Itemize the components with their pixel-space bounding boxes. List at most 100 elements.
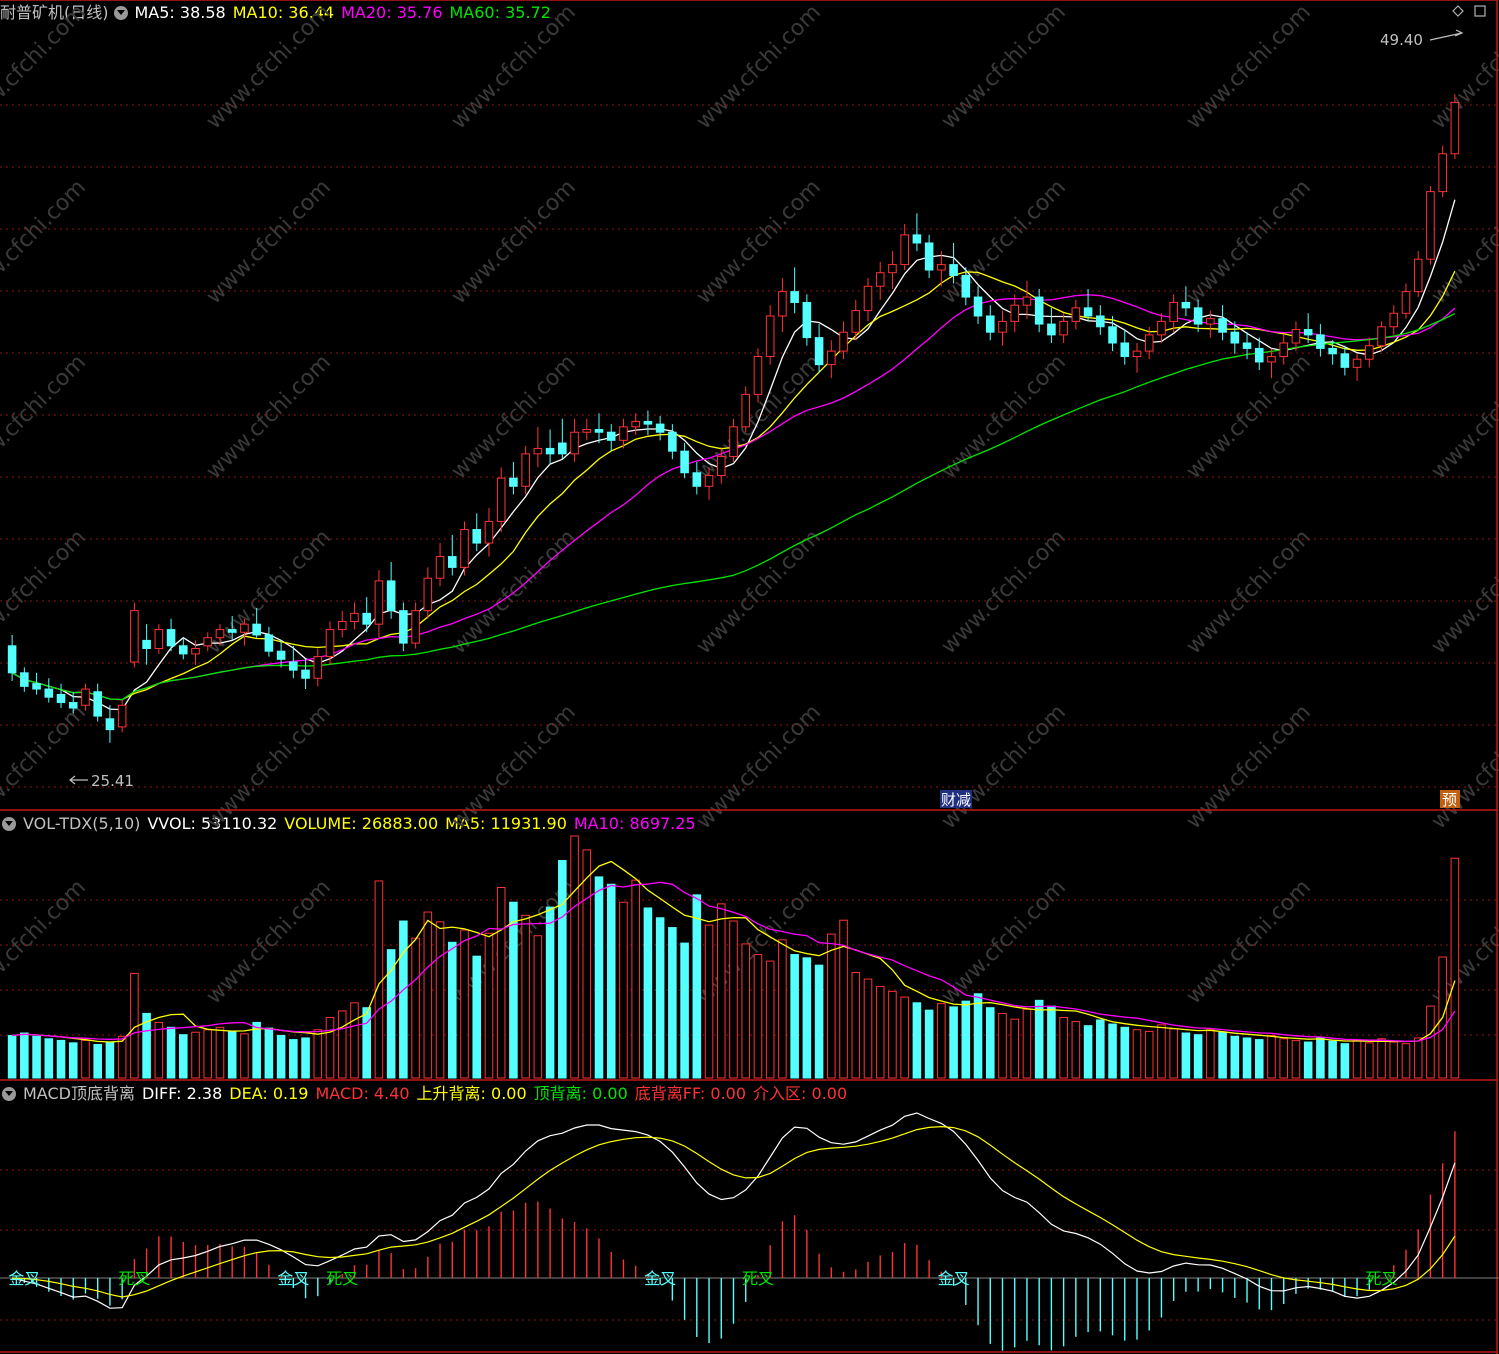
candle xyxy=(753,348,763,403)
candle-body xyxy=(1352,358,1362,368)
volume-bar xyxy=(790,954,799,1079)
candle-body xyxy=(227,629,237,633)
candle xyxy=(447,534,457,576)
candle-body xyxy=(1401,291,1411,314)
candle-body xyxy=(692,472,702,487)
volume-bar xyxy=(203,1029,213,1079)
volume-bar xyxy=(509,901,518,1079)
volume-bar xyxy=(1108,1023,1117,1079)
volume-bar xyxy=(191,1031,200,1079)
volume-bar xyxy=(1181,1032,1191,1079)
macd-cross-label: 死叉 xyxy=(118,1269,150,1288)
candle-body xyxy=(973,296,983,317)
volume-bar xyxy=(1242,1037,1252,1079)
candle-body xyxy=(888,264,897,274)
candle xyxy=(1426,186,1435,265)
watermark-text: www.cfchi.com xyxy=(1182,700,1316,834)
candle-body xyxy=(1426,191,1435,260)
candle xyxy=(374,570,384,638)
candle-body xyxy=(839,331,848,352)
low-price-label: 25.41 xyxy=(91,772,134,790)
candle-body xyxy=(154,629,164,649)
earnings-tag[interactable]: 财减 xyxy=(941,791,971,809)
candle-body xyxy=(1193,307,1203,325)
volume-bar xyxy=(741,943,751,1079)
candle xyxy=(1120,329,1130,365)
candle-body xyxy=(1389,312,1399,328)
stock-chart[interactable]: www.cfchi.com www.cfchi.com www.cfchi.com w… xyxy=(0,0,1499,1354)
candle xyxy=(93,683,102,722)
volume-bar xyxy=(985,1007,995,1079)
candle-body xyxy=(313,656,323,679)
watermark-text: www.cfchi.com xyxy=(1427,350,1499,484)
candle-body xyxy=(1071,307,1081,322)
volume-bar xyxy=(1303,1041,1313,1079)
candle-body xyxy=(386,580,396,612)
candle-body xyxy=(1230,331,1240,344)
candle-body xyxy=(1291,328,1301,344)
candle-body xyxy=(594,429,604,433)
candle xyxy=(350,602,359,630)
watermark-text: www.cfchi.com xyxy=(1182,875,1316,1009)
candle-body xyxy=(582,429,592,433)
volume-bar xyxy=(1193,1034,1203,1079)
watermark-text: www.cfchi.com xyxy=(447,0,581,134)
candle xyxy=(1022,280,1032,319)
volume-bar xyxy=(619,901,628,1079)
watermark-text: www.cfchi.com xyxy=(202,875,336,1009)
watermark-text: www.cfchi.com xyxy=(202,350,336,484)
candle-body xyxy=(863,285,873,312)
arrow-icon xyxy=(1429,29,1464,41)
candle-body xyxy=(399,610,408,644)
candle-body xyxy=(325,629,335,658)
candle xyxy=(411,602,420,649)
forecast-tag[interactable]: 预 xyxy=(1442,791,1457,809)
watermark-text: www.cfchi.com xyxy=(0,350,91,484)
candle-body xyxy=(1450,101,1460,155)
candle-body xyxy=(1132,350,1142,358)
candle-body xyxy=(423,577,433,612)
volume-bar xyxy=(570,835,579,1079)
candle xyxy=(1169,294,1178,333)
candle-body xyxy=(1083,307,1093,317)
volume-bar xyxy=(1022,1008,1032,1079)
volume-bar xyxy=(1230,1035,1240,1079)
candle-body xyxy=(178,645,188,655)
volume-bar xyxy=(924,1009,934,1079)
candle-body xyxy=(753,356,763,395)
candle xyxy=(399,602,408,652)
candle xyxy=(1401,283,1411,319)
candle-body xyxy=(619,426,628,441)
candle xyxy=(998,310,1007,346)
candle xyxy=(1083,288,1093,322)
candle xyxy=(827,340,836,379)
volume-bar xyxy=(1377,1038,1386,1079)
candle-body xyxy=(729,426,738,458)
volume-bar xyxy=(264,1027,274,1079)
candle xyxy=(264,626,274,657)
candle-body xyxy=(998,320,1007,333)
candle-body xyxy=(203,637,213,647)
watermark-text: www.cfchi.com xyxy=(937,350,1071,484)
arrow-icon xyxy=(69,775,88,785)
candle-body xyxy=(1254,347,1264,363)
candle xyxy=(1413,251,1423,298)
candle xyxy=(765,305,775,365)
candle xyxy=(56,683,66,708)
watermark-text: www.cfchi.com xyxy=(202,0,336,134)
candle xyxy=(484,507,494,557)
candle xyxy=(912,213,922,252)
volume-bar xyxy=(863,978,873,1079)
candle xyxy=(105,705,115,743)
candle-body xyxy=(1303,328,1313,336)
macd-cross-label: 死叉 xyxy=(1366,1269,1398,1288)
candle xyxy=(1132,343,1142,373)
volume-bar xyxy=(1316,1037,1325,1079)
candle xyxy=(386,561,396,619)
volume-bar xyxy=(631,879,640,1079)
candle xyxy=(973,286,983,325)
volume-bar xyxy=(888,990,897,1079)
volume-bar xyxy=(814,964,824,1079)
candle-body xyxy=(790,291,799,303)
volume-bar xyxy=(521,914,530,1079)
